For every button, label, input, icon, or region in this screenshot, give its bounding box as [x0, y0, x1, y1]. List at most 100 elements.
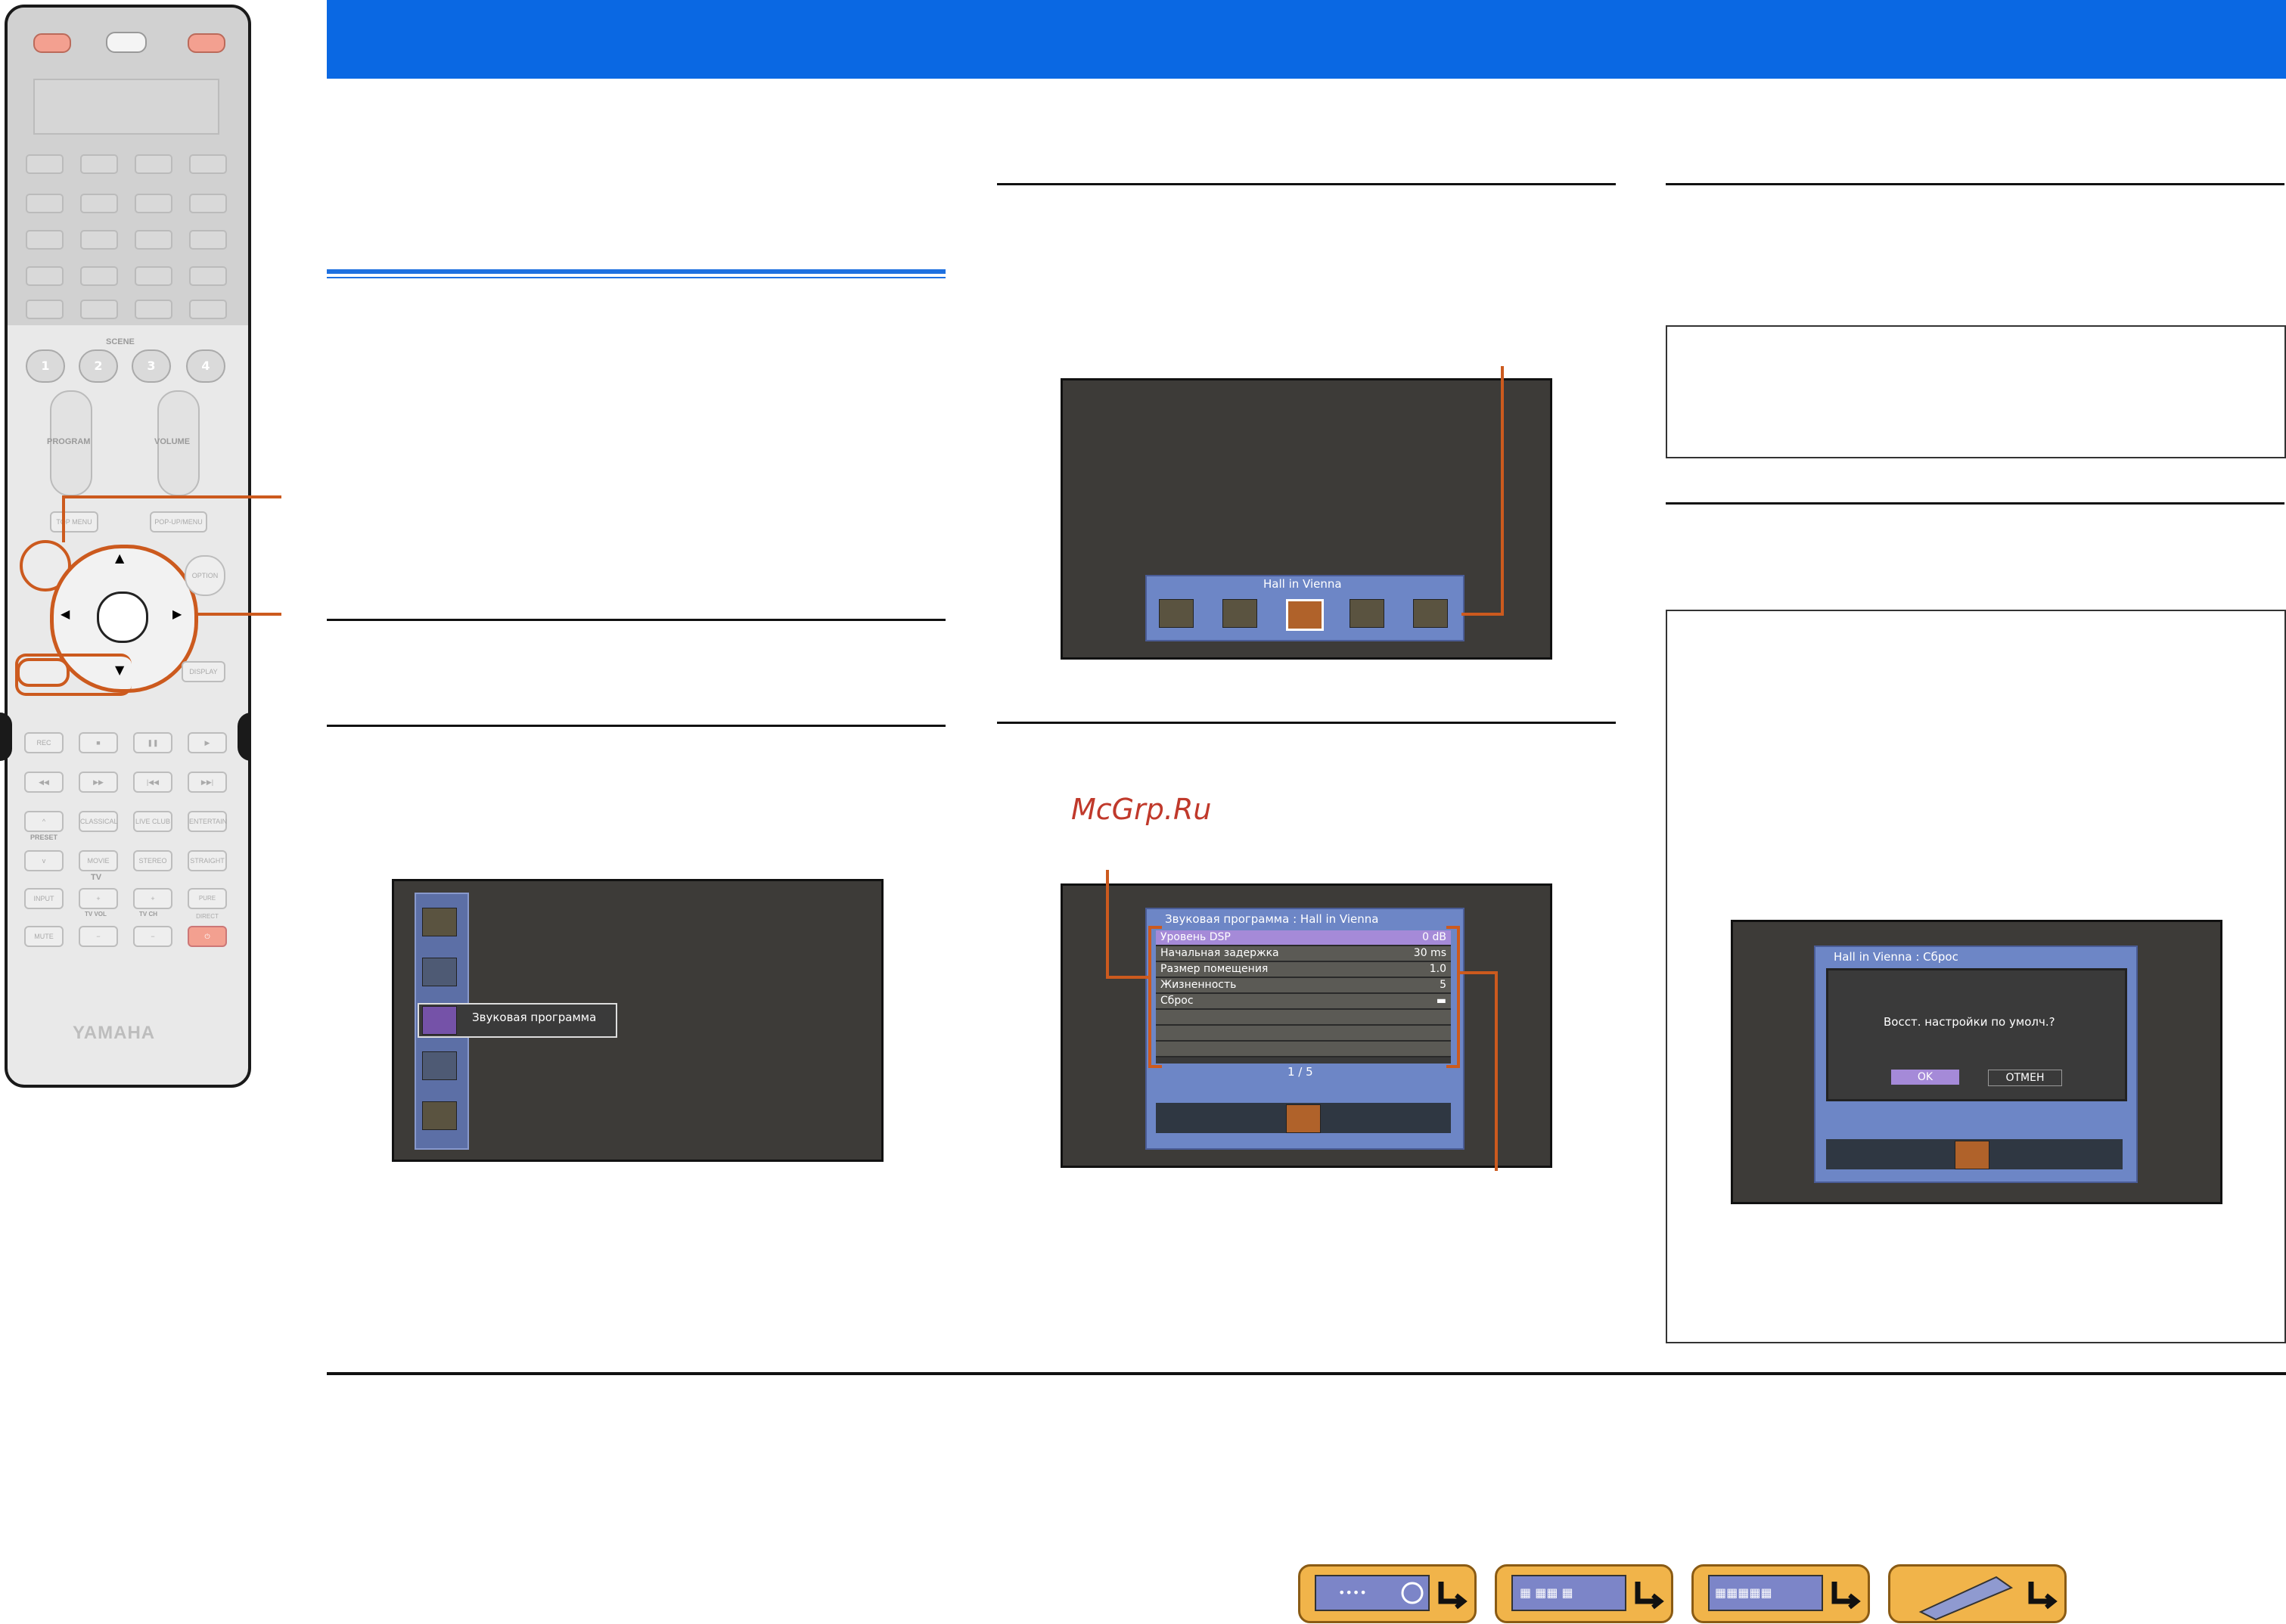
tv-ch-down-button: − [133, 926, 172, 947]
straight-button: STRAIGHT [188, 850, 227, 871]
cursor-right-icon: ▶ [172, 607, 182, 621]
remote-nav-button[interactable] [1888, 1564, 2067, 1623]
yamaha-logo: YAMAHA [73, 1023, 156, 1043]
params-thumb-selected [1286, 1104, 1321, 1133]
stereo-button: STEREO [133, 850, 172, 871]
param-row-empty [1156, 1042, 1451, 1057]
program-thumb-selected [1286, 599, 1324, 631]
tv-ch-up-button: + [133, 888, 172, 909]
remote-key [189, 300, 227, 319]
top-menu-button: TOP MENU [50, 511, 98, 533]
menu-icon-sound-program [422, 1006, 457, 1035]
callout-line-v [1106, 870, 1109, 979]
cancel-button[interactable]: ОТМЕН [1988, 1070, 2062, 1086]
forward-button: ▶▶ [79, 772, 118, 793]
remote-key [135, 300, 172, 319]
remote-icon [1918, 1576, 2058, 1621]
stop-button: ■ [79, 732, 118, 753]
setup-outline [15, 654, 132, 696]
menu-icon-info [422, 1101, 457, 1130]
reset-dialog [1826, 968, 2127, 1101]
front-panel-nav-button[interactable]: •••• [1298, 1564, 1477, 1623]
svg-text:▦▦▦▦▦: ▦▦▦▦▦ [1715, 1585, 1772, 1600]
rule [1666, 183, 2284, 185]
remote-key [26, 154, 64, 174]
params-list: Уровень DSP 0 dB Начальная задержка 30 ms … [1156, 930, 1451, 1064]
preset-down-button: v [24, 850, 64, 871]
svg-text:▦ ▦▦ ▦: ▦ ▦▦ ▦ [1520, 1585, 1573, 1600]
remote-key [135, 154, 172, 174]
section-rule-blue-thin [327, 277, 946, 278]
remote-key [26, 194, 64, 213]
menu-icon-input [422, 908, 457, 936]
footer-rule [327, 1372, 2286, 1375]
source-button [106, 32, 147, 53]
header-banner [327, 0, 2286, 79]
bracket-right [1446, 926, 1460, 1068]
reset-title: Hall in Vienna : Сброс [1834, 950, 1958, 964]
rear-panel-nav-button[interactable]: ▦ ▦▦ ▦ [1495, 1564, 1673, 1623]
remote-key [26, 266, 64, 286]
power-button-right [188, 33, 225, 53]
watermark: McGrp.Ru [1071, 793, 1212, 826]
menu-icon-speaker [422, 958, 457, 986]
classical-button: CLASSICAL [79, 811, 118, 832]
param-row: Жизненность 5 [1156, 978, 1451, 994]
rule [997, 722, 1616, 724]
rule [1666, 502, 2284, 505]
remote-key [80, 154, 118, 174]
remote-key [80, 266, 118, 286]
remote-key [135, 230, 172, 250]
rewind-button: ◀◀ [24, 772, 64, 793]
folder-icon: ▬ [1436, 995, 1446, 1007]
ok-button[interactable]: OK [1891, 1070, 1959, 1085]
params-page: 1 / 5 [1287, 1065, 1313, 1079]
popup-menu-button: POP-UP/MENU [150, 511, 207, 533]
remote-key [189, 154, 227, 174]
remote-key [80, 300, 118, 319]
tv-vol-up-button: + [79, 888, 118, 909]
remote-key [189, 266, 227, 286]
rule [997, 183, 1616, 185]
remote-key [80, 194, 118, 213]
reset-thumb-selected [1955, 1141, 1989, 1169]
menu-item-label: Звуковая программа [472, 1011, 597, 1024]
params-title: Звуковая программа : Hall in Vienna [1165, 912, 1379, 926]
remote-key [189, 194, 227, 213]
callout-line-v [1495, 971, 1498, 1171]
param-row: Размер помещения 1.0 [1156, 962, 1451, 978]
param-row-empty [1156, 1026, 1451, 1042]
remote-lcd [33, 79, 219, 135]
callout-line [1457, 971, 1496, 974]
callout-line-return [62, 495, 281, 498]
cursor-left-icon: ◀ [61, 607, 70, 621]
input-button: INPUT [24, 888, 64, 909]
power-button-left [33, 33, 71, 53]
prev-button: |◀◀ [133, 772, 172, 793]
remote-side-right [238, 713, 251, 761]
rear-panel-icon: ▦ ▦▦ ▦ [1511, 1575, 1664, 1611]
program-thumb [1159, 599, 1194, 628]
callout-line [1106, 976, 1148, 979]
program-thumb [1350, 599, 1384, 628]
option-button: OPTION [185, 555, 225, 596]
section-rule-blue [327, 269, 946, 274]
remote-key [80, 230, 118, 250]
param-row: Сброс ▬ [1156, 994, 1451, 1010]
program-name: Hall in Vienna [1263, 577, 1342, 591]
tv-power-button: ⏻ [188, 926, 227, 947]
play-button: ▶ [188, 732, 227, 753]
reset-question: Восст. настройки по умолч.? [1884, 1015, 2055, 1029]
callout-line-v [1501, 366, 1504, 616]
remote-key [135, 194, 172, 213]
pure-direct-button: PURE DIRECT [188, 888, 227, 920]
svg-text:••••: •••• [1338, 1585, 1367, 1600]
scene-button-3: 3 [132, 349, 171, 383]
display-panel-nav-button[interactable]: ▦▦▦▦▦ [1691, 1564, 1870, 1623]
scene-label: SCENE [106, 337, 135, 346]
volume-label: VOLUME [154, 437, 191, 446]
rule [327, 619, 946, 621]
display-button: DISPLAY [182, 661, 225, 682]
bracket-left [1148, 926, 1162, 1068]
param-row-empty [1156, 1010, 1451, 1026]
